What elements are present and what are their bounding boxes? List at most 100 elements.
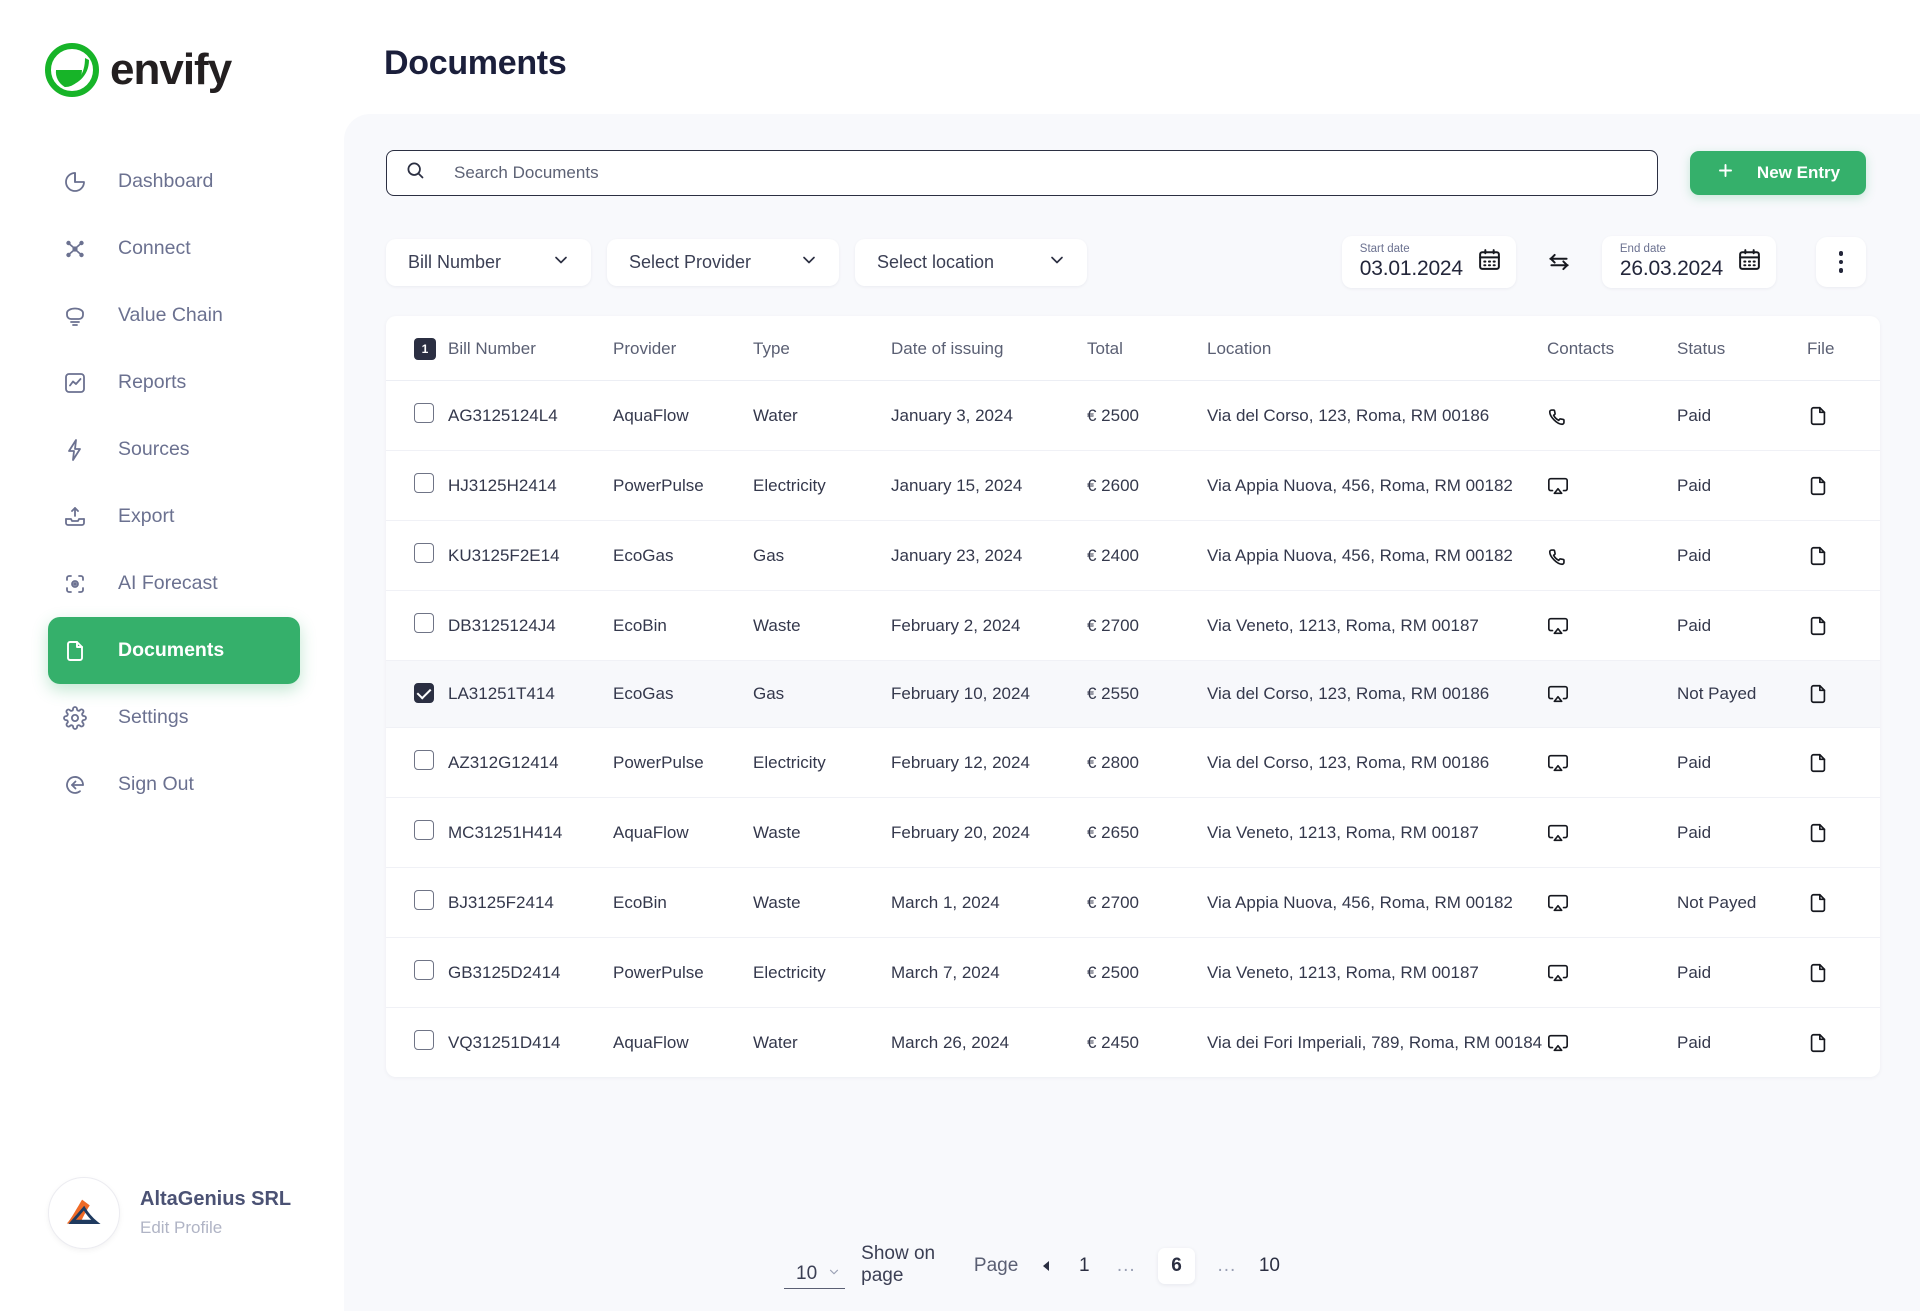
table-row[interactable]: KU3125F2E14 EcoGas Gas January 23, 2024 € 24… [386, 520, 1880, 591]
cell-contacts[interactable] [1547, 590, 1677, 661]
profile-block[interactable]: AltaGenius SRL Edit Profile [48, 1177, 291, 1249]
cell-contacts[interactable] [1547, 660, 1677, 728]
file-icon[interactable] [1807, 892, 1880, 914]
sidebar-item-settings[interactable]: Settings [48, 684, 300, 751]
new-entry-button[interactable]: New Entry [1690, 151, 1866, 195]
file-icon[interactable] [1807, 475, 1880, 497]
page-number[interactable]: 6 [1158, 1248, 1195, 1284]
row-select-cell[interactable] [386, 797, 448, 868]
selection-count-badge[interactable]: 1 [414, 338, 436, 360]
phone-icon[interactable] [1547, 405, 1677, 427]
file-icon[interactable] [1807, 683, 1880, 705]
cell-contacts[interactable] [1547, 797, 1677, 868]
file-icon[interactable] [1807, 1032, 1880, 1054]
row-select-cell[interactable] [386, 660, 448, 728]
row-checkbox[interactable] [414, 473, 434, 493]
brand-logo[interactable]: envify [0, 0, 344, 110]
cell-contacts[interactable] [1547, 380, 1677, 451]
row-checkbox[interactable] [414, 750, 434, 770]
filter-bill-number[interactable]: Bill Number [386, 238, 591, 286]
select-all-header[interactable]: 1 [386, 316, 448, 381]
file-icon[interactable] [1807, 962, 1880, 984]
cell-file[interactable] [1807, 520, 1880, 591]
column-header-status[interactable]: Status [1677, 316, 1807, 381]
airplay-icon[interactable] [1547, 683, 1677, 705]
row-select-cell[interactable] [386, 520, 448, 591]
column-header-date[interactable]: Date of issuing [891, 316, 1087, 381]
row-select-cell[interactable] [386, 590, 448, 661]
row-checkbox[interactable] [414, 403, 434, 423]
more-options-button[interactable] [1816, 237, 1866, 287]
filter-provider[interactable]: Select Provider [607, 238, 839, 286]
airplay-icon[interactable] [1547, 962, 1677, 984]
row-select-cell[interactable] [386, 450, 448, 521]
page-number[interactable]: 1 [1074, 1255, 1094, 1277]
table-row[interactable]: DB3125124J4 EcoBin Waste February 2, 2024 € … [386, 590, 1880, 661]
table-row[interactable]: HJ3125H2414 PowerPulse Electricity January … [386, 450, 1880, 521]
cell-file[interactable] [1807, 590, 1880, 661]
row-checkbox[interactable] [414, 820, 434, 840]
file-icon[interactable] [1807, 545, 1880, 567]
sidebar-item-reports[interactable]: Reports [48, 349, 300, 416]
filter-location[interactable]: Select location [855, 238, 1087, 286]
sidebar-item-export[interactable]: Export [48, 483, 300, 550]
row-checkbox[interactable] [414, 960, 434, 980]
sidebar-item-dashboard[interactable]: Dashboard [48, 148, 300, 215]
page-size-select[interactable]: 10 [784, 1263, 846, 1289]
table-row[interactable]: VQ31251D414 AquaFlow Water March 26, 2024 € … [386, 1008, 1880, 1078]
search-input[interactable] [454, 163, 1639, 183]
column-header-bill-number[interactable]: Bill Number [448, 316, 613, 381]
start-date-field[interactable]: Start date 03.01.2024 [1341, 236, 1516, 288]
edit-profile-link[interactable]: Edit Profile [140, 1214, 291, 1241]
sidebar-item-connect[interactable]: Connect [48, 215, 300, 282]
row-select-cell[interactable] [386, 1008, 448, 1078]
table-row[interactable]: BJ3125F2414 EcoBin Waste March 1, 2024 € 270… [386, 867, 1880, 938]
table-row[interactable]: GB3125D2414 PowerPulse Electricity March 7,… [386, 937, 1880, 1008]
table-row[interactable]: LA31251T414 EcoGas Gas February 10, 2024 € 2… [386, 660, 1880, 728]
sidebar-item-value-chain[interactable]: Value Chain [48, 282, 300, 349]
cell-contacts[interactable] [1547, 520, 1677, 591]
airplay-icon[interactable] [1547, 615, 1677, 637]
row-checkbox[interactable] [414, 613, 434, 633]
airplay-icon[interactable] [1547, 892, 1677, 914]
column-header-contacts[interactable]: Contacts [1547, 316, 1677, 381]
column-header-total[interactable]: Total [1087, 316, 1207, 381]
sidebar-item-ai-forecast[interactable]: AI Forecast [48, 550, 300, 617]
row-checkbox[interactable] [414, 890, 434, 910]
row-select-cell[interactable] [386, 727, 448, 798]
cell-contacts[interactable] [1547, 867, 1677, 938]
row-checkbox[interactable] [414, 683, 434, 704]
row-checkbox[interactable] [414, 1030, 434, 1050]
cell-contacts[interactable] [1547, 937, 1677, 1008]
sidebar-item-sources[interactable]: Sources [48, 416, 300, 483]
file-icon[interactable] [1807, 615, 1880, 637]
row-select-cell[interactable] [386, 380, 448, 451]
calendar-icon[interactable] [1737, 247, 1762, 277]
cell-contacts[interactable] [1547, 450, 1677, 521]
airplay-icon[interactable] [1547, 1032, 1677, 1054]
swap-arrows-icon[interactable] [1545, 248, 1573, 276]
search-bar[interactable] [386, 150, 1658, 196]
sidebar-item-documents[interactable]: Documents [48, 617, 300, 684]
sidebar-item-sign-out[interactable]: Sign Out [48, 751, 300, 818]
column-header-location[interactable]: Location [1207, 316, 1547, 381]
airplay-icon[interactable] [1547, 752, 1677, 774]
prev-page-button[interactable] [1040, 1260, 1052, 1272]
cell-file[interactable] [1807, 660, 1880, 728]
table-row[interactable]: AZ312G12414 PowerPulse Electricity February… [386, 727, 1880, 798]
cell-file[interactable] [1807, 1008, 1880, 1078]
phone-icon[interactable] [1547, 545, 1677, 567]
file-icon[interactable] [1807, 752, 1880, 774]
cell-file[interactable] [1807, 727, 1880, 798]
column-header-provider[interactable]: Provider [613, 316, 753, 381]
cell-file[interactable] [1807, 450, 1880, 521]
column-header-type[interactable]: Type [753, 316, 891, 381]
cell-contacts[interactable] [1547, 1008, 1677, 1078]
row-select-cell[interactable] [386, 867, 448, 938]
calendar-icon[interactable] [1477, 247, 1502, 277]
row-checkbox[interactable] [414, 543, 434, 563]
cell-file[interactable] [1807, 867, 1880, 938]
end-date-field[interactable]: End date 26.03.2024 [1601, 236, 1776, 288]
file-icon[interactable] [1807, 822, 1880, 844]
row-select-cell[interactable] [386, 937, 448, 1008]
